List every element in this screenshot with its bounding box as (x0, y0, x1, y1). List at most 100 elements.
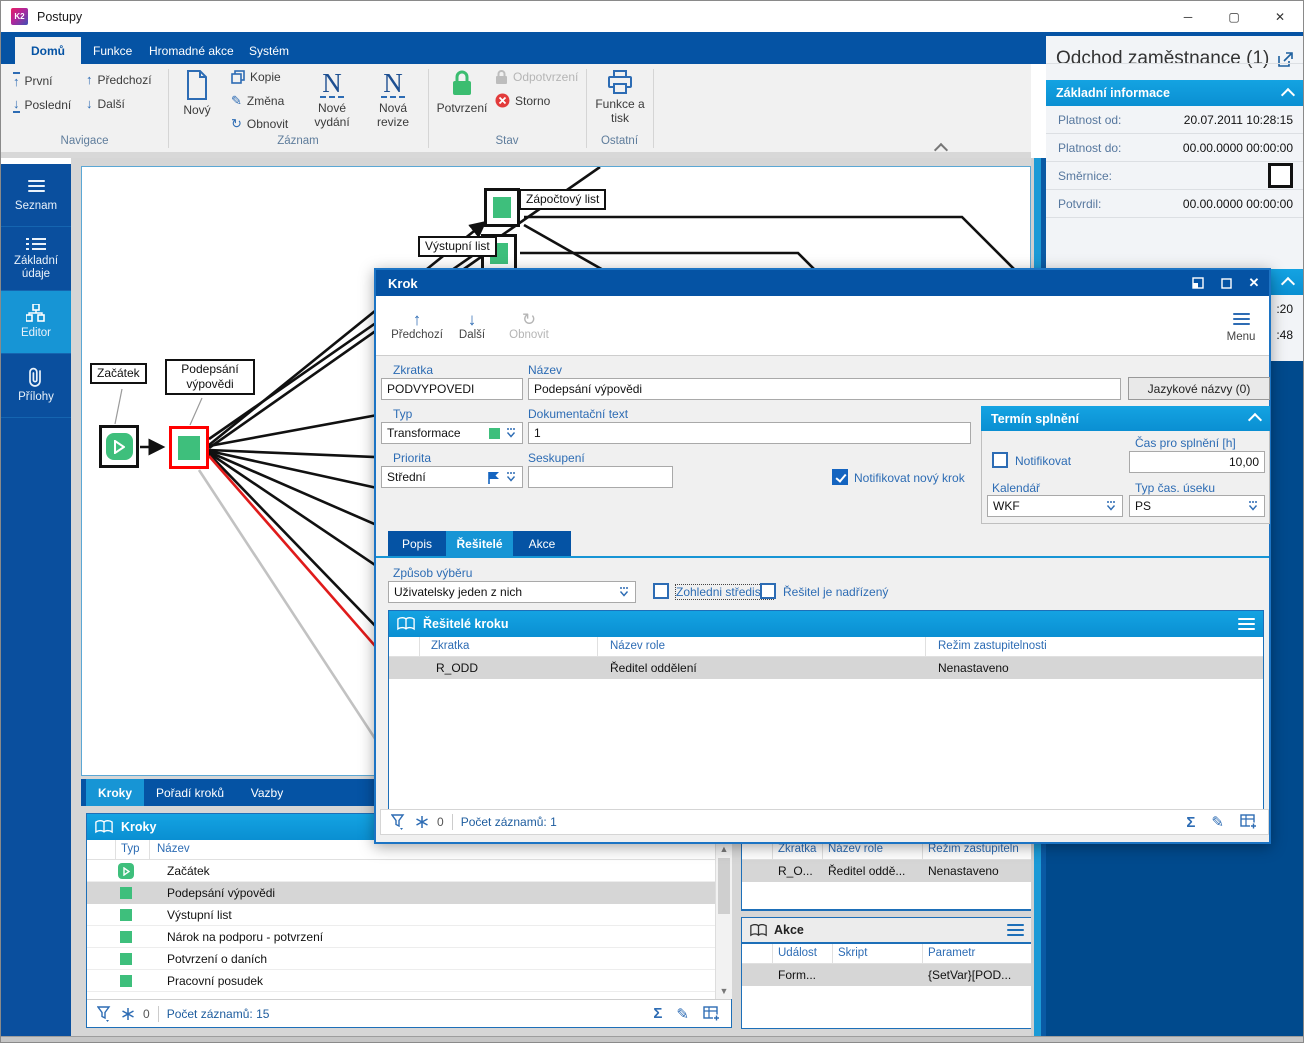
step-row[interactable]: Pracovní posudek (87, 970, 715, 992)
cas-pro-splneni-input[interactable]: 10,00 (1129, 451, 1265, 473)
scroll-down-icon[interactable]: ▼ (716, 982, 732, 999)
step-row-selected[interactable]: Podepsání výpovědi (87, 882, 715, 904)
sidebar-item-editor[interactable]: Editor (1, 291, 71, 354)
column-nazev-role[interactable]: Název role (828, 843, 883, 855)
func-print-button[interactable]: Funkce a tisk (591, 70, 649, 125)
column-typ[interactable]: Typ (121, 843, 140, 855)
dialog-tab-akce[interactable]: Akce (513, 531, 571, 556)
nazev-input[interactable]: Podepsání výpovědi (528, 378, 1121, 400)
notify-new-step-checkbox[interactable] (832, 469, 848, 485)
step-row[interactable]: Potvrzení o daních (87, 948, 715, 970)
kalendar-combo[interactable]: WKF (987, 495, 1123, 517)
resolver-row[interactable]: R_O... Ředitel oddě... Nenastaveno (742, 860, 1032, 882)
scroll-thumb[interactable] (718, 858, 730, 914)
filter-icon[interactable] (97, 1005, 112, 1022)
node-podepsani-selected[interactable] (169, 426, 209, 469)
dialog-tab-popis[interactable]: Popis (388, 531, 446, 556)
tab-system[interactable]: Systém (233, 37, 305, 64)
akce-row[interactable]: Form... {SetVar}[POD... (742, 964, 1032, 986)
tab-vazby[interactable]: Vazby (236, 779, 298, 806)
first-button[interactable]: ↑ První (13, 72, 53, 89)
column-zkratka[interactable]: Zkratka (431, 640, 469, 652)
column-rezim[interactable]: Režim zastupitelnosti (938, 640, 1047, 652)
smernice-checkbox[interactable] (1268, 163, 1293, 188)
notifikovat-checkbox[interactable] (992, 452, 1008, 468)
zohledni-stredisko-checkbox[interactable] (653, 583, 669, 599)
column-skript[interactable]: Skript (838, 947, 867, 959)
column-nazev[interactable]: Název (157, 843, 190, 855)
edit-icon[interactable]: ✎ (1211, 813, 1224, 831)
step-row[interactable]: Nárok na podporu - potvrzení (87, 926, 715, 948)
sidebar-item-seznam[interactable]: Seznam (1, 164, 71, 227)
collapse-icon[interactable] (1247, 412, 1263, 428)
dialog-prev-button[interactable]: ↑ Předchozí (390, 302, 444, 350)
tab-domu[interactable]: Domů (15, 37, 81, 64)
dialog-close-icon[interactable]: ✕ (1245, 274, 1263, 292)
typ-value: Transformace (387, 426, 461, 440)
steps-scrollbar[interactable]: ▲ ▼ (715, 840, 732, 999)
confirm-button[interactable]: Potvrzení (434, 70, 490, 115)
dialog-refresh-button[interactable]: ↻ Obnovit (502, 302, 556, 350)
step-row[interactable]: Začátek (87, 860, 715, 882)
snowflake-icon[interactable] (415, 815, 429, 829)
dokumentacni-text-input[interactable]: 1 (528, 422, 971, 444)
priorita-combo[interactable]: Střední (381, 466, 523, 488)
sidebar-item-zakladni-udaje[interactable]: Základní údaje (1, 227, 71, 291)
zpusob-vyberu-combo[interactable]: Uživatelsky jeden z nich (388, 581, 636, 603)
column-parametr[interactable]: Parametr (928, 947, 975, 959)
new-revision-button[interactable]: N Nová revize (367, 70, 419, 130)
snowflake-icon[interactable] (121, 1007, 135, 1021)
zkratka-input[interactable]: PODVYPOVEDI (381, 378, 523, 400)
last-button[interactable]: ↓ Poslední (13, 96, 71, 113)
change-button[interactable]: ✎ Změna (231, 93, 284, 109)
section-zakladni-informace[interactable]: Základní informace (1046, 80, 1303, 106)
dock-icon[interactable] (1189, 274, 1207, 292)
column-udalost[interactable]: Událost (778, 947, 817, 959)
edit-icon[interactable]: ✎ (676, 1005, 689, 1023)
new-issue-button[interactable]: N Nové vydání (306, 70, 358, 130)
step-icon (120, 953, 132, 965)
sidebar-item-prilohy[interactable]: Přílohy (1, 354, 71, 418)
grid-menu-icon[interactable] (1007, 921, 1024, 939)
collapse-icon[interactable] (1280, 276, 1296, 291)
language-names-button[interactable]: Jazykové názvy (0) (1128, 377, 1270, 400)
seskupeni-input[interactable] (528, 466, 673, 488)
typ-useku-combo[interactable]: PS (1129, 495, 1265, 517)
column-nazev-role[interactable]: Název role (610, 640, 665, 652)
close-button[interactable]: ✕ (1257, 1, 1303, 32)
unconfirm-button[interactable]: Odpotvrzení (495, 70, 578, 84)
dialog-titlebar[interactable]: Krok ✕ (376, 270, 1269, 296)
prev-button[interactable]: ↑ Předchozí (86, 72, 152, 87)
copy-button[interactable]: Kopie (231, 70, 281, 84)
filter-icon[interactable] (391, 814, 406, 830)
minimize-button[interactable]: ─ (1165, 1, 1211, 32)
column-rezim[interactable]: Režim zastupiteln (928, 843, 1019, 855)
add-record-icon[interactable] (703, 1005, 721, 1022)
maximize-button[interactable]: ▢ (1211, 1, 1257, 32)
node-start[interactable] (99, 425, 139, 468)
collapse-icon[interactable] (1280, 87, 1296, 102)
termin-splneni-header[interactable]: Termín splnění (981, 406, 1270, 431)
resolver-row[interactable]: R_ODD Ředitel oddělení Nenastaveno (389, 657, 1263, 679)
resitel-nadrizeny-checkbox[interactable] (760, 583, 776, 599)
dialog-maximize-icon[interactable] (1217, 274, 1235, 292)
dialog-tab-resitele[interactable]: Řešitelé (446, 531, 513, 556)
tab-kroky[interactable]: Kroky (86, 779, 144, 806)
step-row[interactable]: Výstupní list (87, 904, 715, 926)
sum-icon[interactable]: Σ (653, 1005, 662, 1022)
new-button[interactable]: Nový (173, 70, 221, 117)
confirm-label: Potvrzení (436, 101, 488, 115)
column-zkratka[interactable]: Zkratka (778, 843, 816, 855)
typ-combo[interactable]: Transformace (381, 422, 523, 444)
dialog-menu-button[interactable]: Menu (1214, 302, 1268, 350)
storno-button[interactable]: Storno (495, 93, 550, 108)
next-button[interactable]: ↓ Další (86, 96, 125, 111)
grid-menu-icon[interactable] (1238, 615, 1255, 633)
refresh-button[interactable]: ↻ Obnovit (231, 116, 288, 132)
tab-poradi-kroku[interactable]: Pořadí kroků (144, 779, 236, 806)
node-zapoctovy-list[interactable] (484, 188, 520, 227)
sum-icon[interactable]: Σ (1186, 814, 1195, 831)
seskupeni-label: Seskupení (528, 451, 585, 465)
add-record-icon[interactable] (1240, 814, 1258, 830)
dialog-next-button[interactable]: ↓ Další (452, 302, 492, 350)
